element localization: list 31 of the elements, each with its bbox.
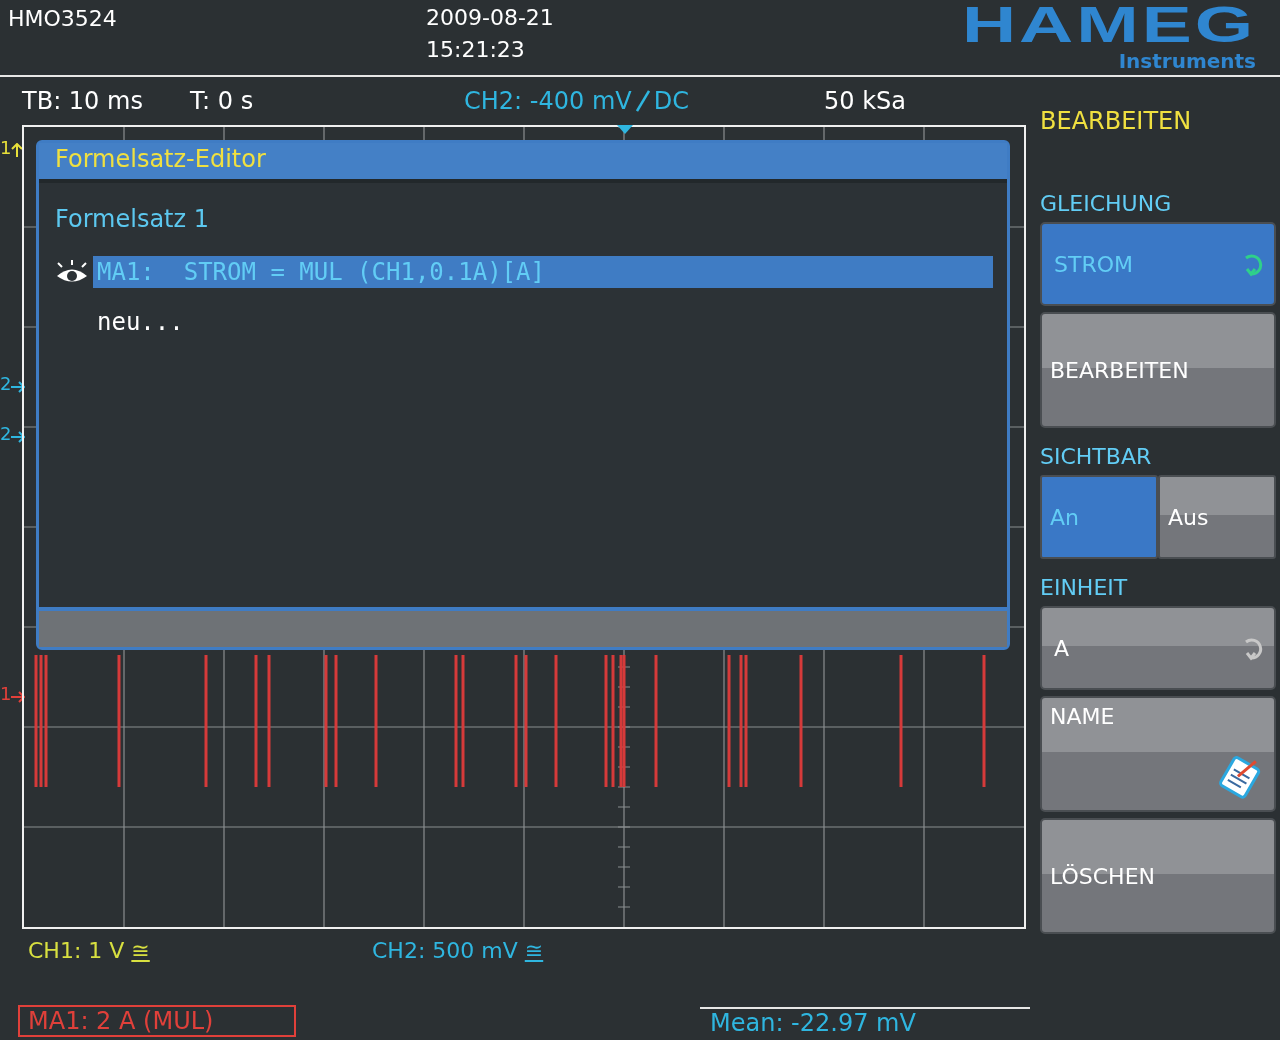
time-text: 15:21:23 <box>426 36 526 64</box>
softkey-heading: SICHTBAR <box>1040 444 1153 469</box>
channel-scale-text: CH1: 1 V ≅ <box>28 937 151 963</box>
formula-entry[interactable]: MA1: STROM = MUL (CH1,0.1A)[A] <box>93 256 993 288</box>
date-text: 2009-08-21 <box>426 4 554 32</box>
toggle-option[interactable]: An <box>1040 475 1158 559</box>
math-channel-label: MA1: 2 A (MUL) <box>18 1005 296 1037</box>
softkey-heading: GLEICHUNG <box>1040 191 1173 216</box>
select-softkey[interactable]: A <box>1040 606 1276 690</box>
trigger-coupling-text: DC <box>653 87 689 115</box>
rising-edge-icon <box>635 90 650 112</box>
logo-subtitle: Instruments <box>1118 50 1256 72</box>
formula-entry[interactable]: neu... <box>93 306 993 338</box>
sample-rate-text: 50 kSa <box>824 87 906 115</box>
trigger-time-text: T: 0 s <box>190 87 255 115</box>
softkey-button[interactable]: LÖSCHEN <box>1040 818 1276 934</box>
measurement-text: Mean: -22.97 mV <box>700 1007 1030 1037</box>
name-softkey[interactable]: NAME <box>1040 696 1276 812</box>
toggle-option[interactable]: Aus <box>1158 475 1276 559</box>
softkey-button[interactable]: BEARBEITEN <box>1040 312 1276 428</box>
channel-scale-text: CH2: 500 mV ≅ <box>372 937 545 963</box>
softkey-heading: EINHEIT <box>1040 575 1129 600</box>
select-softkey[interactable]: STROM <box>1040 222 1276 306</box>
logo-text: HAMEG <box>961 0 1256 50</box>
formula-set-title: Formelsatz 1 <box>55 205 210 233</box>
trigger-position-icon <box>617 125 633 134</box>
model-name: HMO3524 <box>8 6 118 31</box>
timebase-text: TB: 10 ms <box>22 87 144 115</box>
dialog-title: Formelsatz-Editor <box>39 143 1007 179</box>
menu-title: BEARBEITEN <box>1040 107 1193 135</box>
trigger-level-text: CH2: -400 mV <box>464 87 632 115</box>
